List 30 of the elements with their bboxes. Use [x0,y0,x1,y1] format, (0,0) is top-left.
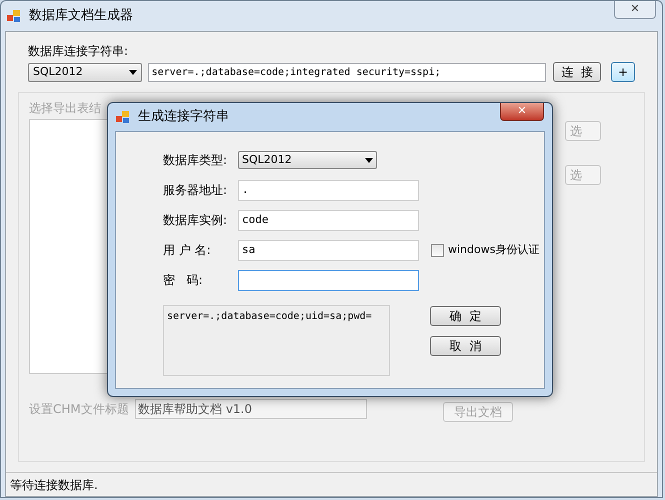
field-label: 数据库实例: [163,212,228,229]
close-button[interactable]: ✕ [614,1,656,19]
app-icon [7,9,21,23]
field-label: 服务器地址: [163,182,228,199]
field-label: 密 码: [163,272,204,289]
connection-string-output: server=.;database=code;uid=sa;pwd= [163,305,390,376]
dropdown-caret-icon [365,158,373,162]
dropdown-caret-icon [128,70,137,74]
ok-button[interactable]: 确 定 [430,306,501,326]
windows-auth-label: windows身份认证 [448,242,540,258]
db-type-dropdown[interactable]: SQL2012 [238,151,377,169]
input-field[interactable]: . [238,180,419,200]
field-label: 数据库类型: [163,152,228,169]
connect-button[interactable]: 连 接 [553,62,602,82]
add-button[interactable]: + [611,62,635,82]
table-select-label: 选择导出表结 [29,100,102,117]
db-type-dropdown[interactable]: SQL2012 [28,62,142,82]
dialog-title: 生成连接字符串 [138,108,229,126]
status-text: 等待连接数据库. [10,476,98,494]
connection-string-label: 数据库连接字符串: [28,43,130,60]
connection-string-field[interactable]: server=.;database=code;integrated security=sspi; [148,62,546,82]
cancel-button[interactable]: 取 消 [430,336,501,356]
input-field[interactable] [238,270,419,290]
input-field[interactable]: sa [238,240,419,260]
chm-title-label: 设置CHM文件标题 [29,401,130,418]
input-field[interactable]: code [238,210,419,230]
app-icon [116,110,130,124]
checkbox[interactable] [431,244,444,256]
window-title: 数据库文档生成器 [29,7,133,26]
field-label: 用 户 名: [163,242,212,259]
